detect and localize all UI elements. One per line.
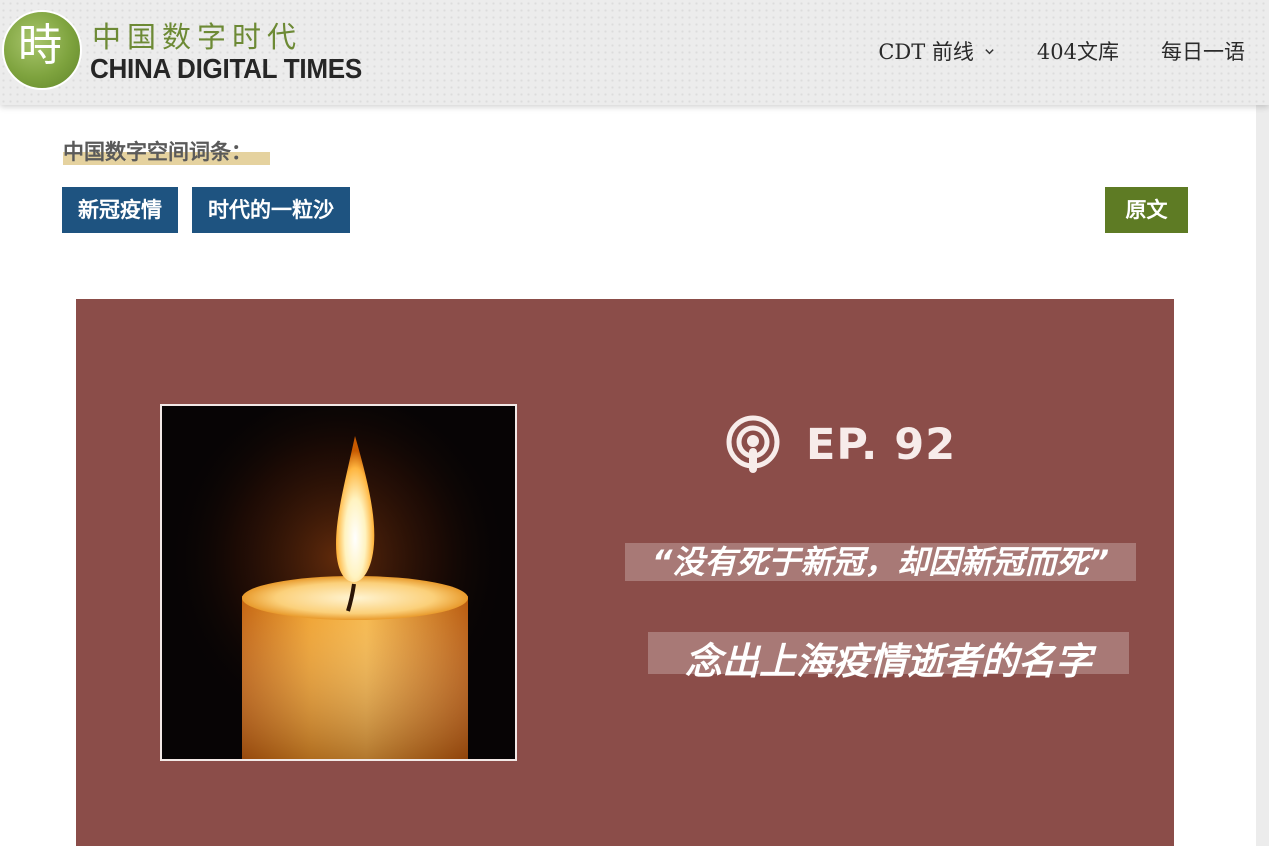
episode-number: EP. 92 — [806, 420, 957, 470]
tag-grain-of-sand[interactable]: 时代的一粒沙 — [192, 187, 350, 233]
podcast-banner: EP. 92 “没有死于新冠，却因新冠而死” 念出上海疫情逝者的名字 — [76, 299, 1174, 846]
source-button[interactable]: 原文 — [1105, 187, 1188, 233]
podcast-icon — [726, 415, 780, 473]
main-nav: CDT 前线 404文库 每日一语 — [836, 36, 1245, 66]
scrollbar[interactable] — [1256, 0, 1269, 846]
site-header: 時 中国数字时代 CHINA DIGITAL TIMES CDT 前线 404文… — [0, 0, 1269, 105]
tag-list: 新冠疫情 时代的一粒沙 — [62, 187, 364, 233]
logo-glyph: 時 — [18, 20, 62, 71]
candle-image — [160, 404, 517, 761]
terms-label: 中国数字空间词条： — [63, 138, 270, 168]
nav-item-cdt-frontline[interactable]: CDT 前线 — [878, 36, 995, 66]
nav-item-label: 404文库 — [1036, 40, 1119, 64]
nav-item-404-library[interactable]: 404文库 — [1037, 36, 1119, 66]
logo-chinese-title: 中国数字时代 — [92, 20, 303, 54]
chevron-down-icon — [985, 48, 994, 54]
nav-item-daily-phrase[interactable]: 每日一语 — [1161, 36, 1245, 66]
logo-english-title: CHINA DIGITAL TIMES — [90, 53, 362, 84]
episode-row: EP. 92 — [724, 415, 956, 475]
banner-quote: “没有死于新冠，却因新冠而死” — [625, 543, 1136, 581]
nav-item-label: 每日一语 — [1161, 40, 1245, 64]
tag-covid[interactable]: 新冠疫情 — [62, 187, 178, 233]
banner-subtitle: 念出上海疫情逝者的名字 — [648, 632, 1129, 683]
nav-item-label: CDT 前线 — [878, 40, 974, 64]
site-logo[interactable]: 時 中国数字时代 CHINA DIGITAL TIMES — [0, 8, 410, 98]
